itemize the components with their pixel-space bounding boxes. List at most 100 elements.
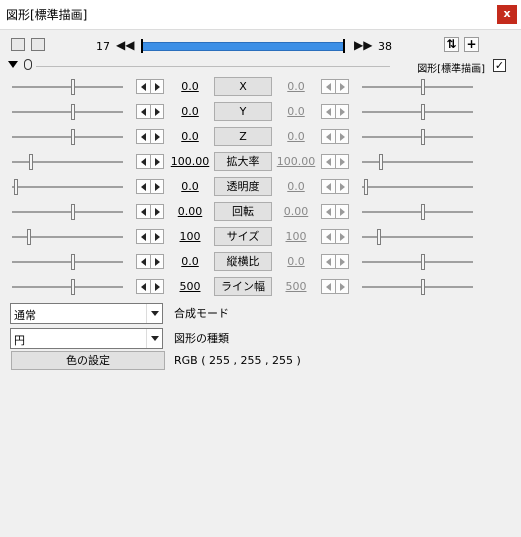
arrow-left-icon[interactable] bbox=[141, 108, 146, 116]
arrow-right-icon[interactable] bbox=[155, 208, 160, 216]
arrow-right-icon[interactable] bbox=[340, 183, 345, 191]
frame-timeline[interactable] bbox=[141, 39, 345, 53]
end-value-stepper[interactable] bbox=[321, 229, 349, 244]
slider-knob[interactable] bbox=[379, 154, 383, 170]
start-value-slider[interactable] bbox=[12, 129, 123, 145]
timeline-start-marker[interactable] bbox=[141, 39, 143, 53]
start-value-slider[interactable] bbox=[12, 104, 123, 120]
end-value-stepper[interactable] bbox=[321, 129, 349, 144]
chevron-down-icon[interactable] bbox=[146, 304, 162, 323]
arrow-left-icon[interactable] bbox=[326, 208, 331, 216]
add-filter-icon[interactable]: + bbox=[464, 37, 479, 52]
arrow-left-icon[interactable] bbox=[141, 233, 146, 241]
end-value-slider[interactable] bbox=[362, 279, 473, 295]
end-value-slider[interactable] bbox=[362, 154, 473, 170]
arrow-left-icon[interactable] bbox=[141, 208, 146, 216]
end-value-stepper[interactable] bbox=[321, 279, 349, 294]
end-value-stepper[interactable] bbox=[321, 154, 349, 169]
arrow-right-icon[interactable] bbox=[155, 108, 160, 116]
end-value-slider[interactable] bbox=[362, 129, 473, 145]
arrow-right-icon[interactable] bbox=[340, 233, 345, 241]
end-value-stepper[interactable] bbox=[321, 204, 349, 219]
arrow-left-icon[interactable] bbox=[141, 258, 146, 266]
arrow-right-icon[interactable] bbox=[340, 258, 345, 266]
end-value-slider[interactable] bbox=[362, 79, 473, 95]
end-value[interactable]: 100 bbox=[273, 230, 319, 243]
timeline-end-marker[interactable] bbox=[343, 39, 345, 53]
camera-control-icon[interactable] bbox=[11, 38, 25, 51]
color-settings-button[interactable]: 色の設定 bbox=[11, 351, 165, 370]
end-value-stepper[interactable] bbox=[321, 254, 349, 269]
arrow-left-icon[interactable] bbox=[326, 283, 331, 291]
end-value-stepper[interactable] bbox=[321, 179, 349, 194]
start-value-slider[interactable] bbox=[12, 229, 123, 245]
arrow-left-icon[interactable] bbox=[141, 283, 146, 291]
arrow-right-icon[interactable] bbox=[155, 133, 160, 141]
start-value[interactable]: 0.0 bbox=[167, 180, 213, 193]
slider-knob[interactable] bbox=[421, 79, 425, 95]
param-label-button[interactable]: 透明度 bbox=[214, 177, 272, 196]
end-value[interactable]: 0.0 bbox=[273, 180, 319, 193]
arrow-right-icon[interactable] bbox=[155, 233, 160, 241]
arrow-left-icon[interactable] bbox=[326, 108, 331, 116]
slider-knob[interactable] bbox=[27, 229, 31, 245]
start-value[interactable]: 0.00 bbox=[167, 205, 213, 218]
object-enabled-checkbox[interactable]: ✓ bbox=[493, 59, 506, 72]
slider-knob[interactable] bbox=[377, 229, 381, 245]
end-value[interactable]: 0.00 bbox=[273, 205, 319, 218]
arrow-left-icon[interactable] bbox=[141, 183, 146, 191]
slider-knob[interactable] bbox=[421, 129, 425, 145]
end-value-slider[interactable] bbox=[362, 229, 473, 245]
slider-knob[interactable] bbox=[71, 79, 75, 95]
end-value[interactable]: 0.0 bbox=[273, 80, 319, 93]
start-value[interactable]: 500 bbox=[167, 280, 213, 293]
frame-select-icon[interactable] bbox=[31, 38, 45, 51]
rewind-icon[interactable]: ◀◀ bbox=[116, 38, 134, 52]
arrow-left-icon[interactable] bbox=[326, 83, 331, 91]
arrow-right-icon[interactable] bbox=[155, 158, 160, 166]
end-value-slider[interactable] bbox=[362, 254, 473, 270]
end-value-stepper[interactable] bbox=[321, 79, 349, 94]
slider-knob[interactable] bbox=[71, 104, 75, 120]
param-label-button[interactable]: Y bbox=[214, 102, 272, 121]
slider-knob[interactable] bbox=[421, 104, 425, 120]
slider-knob[interactable] bbox=[364, 179, 368, 195]
end-value-slider[interactable] bbox=[362, 104, 473, 120]
start-value[interactable]: 100.00 bbox=[167, 155, 213, 168]
sync-icon[interactable]: ⇅ bbox=[444, 37, 459, 52]
start-value-stepper[interactable] bbox=[136, 129, 164, 144]
slider-knob[interactable] bbox=[71, 129, 75, 145]
start-value[interactable]: 0.0 bbox=[167, 80, 213, 93]
start-value-slider[interactable] bbox=[12, 279, 123, 295]
start-value-stepper[interactable] bbox=[136, 204, 164, 219]
end-value-slider[interactable] bbox=[362, 204, 473, 220]
param-label-button[interactable]: Z bbox=[214, 127, 272, 146]
arrow-right-icon[interactable] bbox=[340, 133, 345, 141]
slider-knob[interactable] bbox=[71, 254, 75, 270]
start-value-slider[interactable] bbox=[12, 179, 123, 195]
start-value[interactable]: 100 bbox=[167, 230, 213, 243]
start-value-stepper[interactable] bbox=[136, 279, 164, 294]
start-value-stepper[interactable] bbox=[136, 179, 164, 194]
start-value-stepper[interactable] bbox=[136, 229, 164, 244]
arrow-left-icon[interactable] bbox=[326, 233, 331, 241]
arrow-left-icon[interactable] bbox=[326, 258, 331, 266]
chevron-down-icon[interactable] bbox=[146, 329, 162, 348]
arrow-left-icon[interactable] bbox=[326, 133, 331, 141]
arrow-right-icon[interactable] bbox=[155, 83, 160, 91]
start-value-stepper[interactable] bbox=[136, 104, 164, 119]
start-value-stepper[interactable] bbox=[136, 79, 164, 94]
arrow-left-icon[interactable] bbox=[141, 158, 146, 166]
arrow-right-icon[interactable] bbox=[155, 258, 160, 266]
start-value-slider[interactable] bbox=[12, 254, 123, 270]
arrow-right-icon[interactable] bbox=[155, 183, 160, 191]
collapse-triangle-icon[interactable] bbox=[8, 61, 18, 68]
end-value-slider[interactable] bbox=[362, 179, 473, 195]
fast-forward-icon[interactable]: ▶▶ bbox=[354, 38, 372, 52]
end-value[interactable]: 0.0 bbox=[273, 105, 319, 118]
param-label-button[interactable]: X bbox=[214, 77, 272, 96]
end-value-stepper[interactable] bbox=[321, 104, 349, 119]
arrow-right-icon[interactable] bbox=[340, 158, 345, 166]
param-label-button[interactable]: サイズ bbox=[214, 227, 272, 246]
start-value-slider[interactable] bbox=[12, 154, 123, 170]
